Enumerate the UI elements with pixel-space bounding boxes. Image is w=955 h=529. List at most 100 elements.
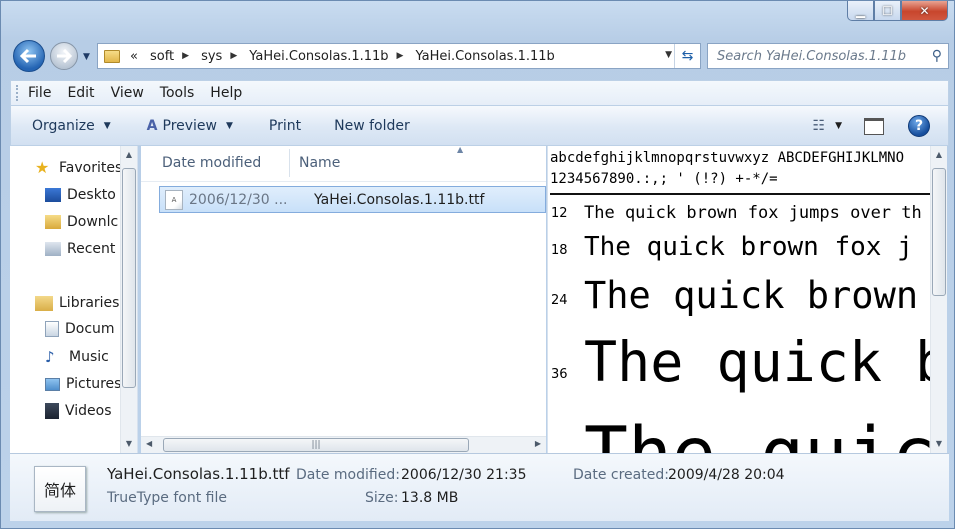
recent-pages-dropdown[interactable]: ▼	[83, 52, 90, 62]
nav-music[interactable]: ♪ Music	[45, 349, 109, 365]
file-list-hscrollbar[interactable]: ◀ ||| ▶	[141, 436, 546, 453]
chevron-right-icon[interactable]: ▶	[182, 51, 189, 61]
new-folder-button[interactable]: New folder	[334, 118, 410, 134]
breadcrumb-item[interactable]: YaHei.Consolas.1.11b ▶	[243, 49, 409, 64]
date-created-value: 2009/4/28 20:04	[668, 467, 785, 483]
menu-edit[interactable]: Edit	[67, 85, 94, 101]
preview-charset-symbols: 1234567890.:,; ' (!?) +-*/=	[550, 171, 778, 187]
documents-icon	[45, 321, 59, 337]
maximize-button[interactable]: ☐	[874, 1, 901, 21]
nav-downloads[interactable]: Downlc	[45, 214, 118, 230]
scroll-down-arrow[interactable]: ▼	[931, 439, 947, 448]
table-row[interactable]: A 2006/12/30 ... YaHei.Consolas.1.11b.tt…	[159, 186, 546, 213]
column-headers: Date modified Name ▲	[141, 145, 546, 182]
scroll-left-arrow[interactable]: ◀	[146, 439, 152, 448]
maximize-icon: ☐	[882, 3, 893, 18]
font-file-icon: A	[165, 189, 183, 210]
help-icon[interactable]: ?	[908, 115, 930, 137]
views-dropdown[interactable]: ▼	[835, 121, 842, 131]
minimize-icon: ▁	[855, 3, 866, 18]
chevron-right-icon[interactable]: ▶	[230, 51, 237, 61]
file-name: YaHei.Consolas.1.11b.ttf	[314, 191, 485, 208]
star-icon: ★	[35, 158, 50, 177]
breadcrumb-item[interactable]: sys ▶	[195, 49, 243, 64]
nav-documents[interactable]: Docum	[45, 321, 115, 337]
view-controls: ☷ ▼ ?	[813, 106, 948, 146]
scroll-up-arrow[interactable]: ▲	[931, 150, 947, 159]
chevron-down-icon: ▼	[226, 120, 233, 131]
column-name[interactable]: Name	[299, 155, 340, 171]
folder-icon	[104, 49, 120, 63]
nav-recent[interactable]: Recent	[45, 241, 115, 257]
music-icon: ♪	[45, 348, 55, 366]
back-button[interactable]	[13, 40, 45, 72]
preview-charset-letters: abcdefghijklmnopqrstuvwxyz ABCDEFGHIJKLM…	[550, 150, 905, 166]
caption-buttons: ▁ ☐ ✕	[847, 1, 948, 21]
search-input[interactable]: Search YaHei.Consolas.1.11b ⚲	[707, 43, 949, 69]
menu-grip	[16, 85, 20, 101]
minimize-button[interactable]: ▁	[847, 1, 874, 21]
forward-arrow-icon	[57, 49, 72, 63]
details-pane: 简体 YaHei.Consolas.1.11b.ttf TrueType fon…	[10, 453, 949, 521]
print-button[interactable]: Print	[269, 118, 301, 134]
date-modified-value: 2006/12/30 21:35	[401, 467, 527, 483]
preview-pane-icon[interactable]	[864, 117, 884, 135]
scroll-thumb[interactable]	[122, 168, 136, 388]
size-value: 13.8 MB	[401, 490, 459, 506]
breadcrumb-item[interactable]: YaHei.Consolas.1.11b	[409, 49, 560, 64]
nav-pictures[interactable]: Pictures	[45, 376, 121, 392]
navigation-pane: ★ Favorites Deskto Downlc Recent Librarie…	[10, 146, 138, 453]
desktop-icon	[45, 188, 61, 202]
nav-libraries[interactable]: Libraries	[35, 295, 119, 311]
preview-scrollbar[interactable]: ▲ ▼	[930, 146, 947, 453]
breadcrumb-overflow[interactable]: «	[124, 49, 144, 64]
sample-size-label: 12	[551, 206, 568, 221]
address-history-dropdown[interactable]: ▼	[665, 50, 672, 60]
address-bar[interactable]: « soft ▶ sys ▶ YaHei.Consolas.1.11b ▶ YaHei…	[97, 43, 701, 69]
scroll-thumb[interactable]	[932, 168, 946, 296]
date-modified-label: Date modified:	[296, 467, 400, 483]
preview-button[interactable]: A Preview ▼	[147, 118, 233, 134]
explorer-window: ▁ ☐ ✕ ▼ « soft ▶ sys ▶ YaHei.Consolas.1.11…	[0, 0, 955, 529]
nav-favorites[interactable]: ★ Favorites	[35, 158, 122, 177]
organize-button[interactable]: Organize ▼	[32, 118, 111, 134]
search-icon[interactable]: ⚲	[932, 48, 942, 64]
sample-text: The quick brown f	[584, 274, 930, 317]
back-arrow-icon	[20, 48, 36, 64]
scroll-thumb[interactable]: |||	[163, 438, 469, 452]
column-divider[interactable]	[289, 149, 290, 177]
videos-icon	[45, 403, 59, 419]
details-file-type: TrueType font file	[107, 490, 227, 506]
recent-places-icon	[45, 242, 61, 256]
column-date-modified[interactable]: Date modified	[162, 155, 261, 171]
close-button[interactable]: ✕	[901, 1, 948, 21]
nav-scrollbar[interactable]: ▲ ▼	[120, 146, 137, 453]
forward-button[interactable]	[50, 42, 78, 70]
sample-text: The quick brown fox jumps over th	[584, 203, 922, 223]
preview-divider	[550, 193, 930, 195]
pictures-icon	[45, 377, 60, 391]
menu-bar: File Edit View Tools Help	[10, 80, 949, 106]
sample-size-label: 24	[551, 293, 568, 308]
nav-desktop[interactable]: Deskto	[45, 187, 116, 203]
size-label: Size:	[365, 490, 399, 506]
sample-size-label: 18	[551, 243, 568, 258]
refresh-button[interactable]: ⇆	[674, 44, 700, 68]
font-icon: A	[146, 117, 158, 134]
file-list-pane: Date modified Name ▲ A 2006/12/30 ... Ya…	[141, 145, 546, 453]
nav-videos[interactable]: Videos	[45, 403, 112, 419]
sample-text: The quick brown fox j	[584, 232, 913, 262]
menu-tools[interactable]: Tools	[160, 85, 195, 101]
chevron-right-icon[interactable]: ▶	[397, 51, 404, 61]
breadcrumb-item[interactable]: soft ▶	[144, 49, 195, 64]
scroll-up-arrow[interactable]: ▲	[121, 150, 137, 159]
file-date: 2006/12/30 ...	[189, 191, 288, 208]
close-icon: ✕	[919, 3, 930, 18]
menu-help[interactable]: Help	[210, 85, 242, 101]
scroll-right-arrow[interactable]: ▶	[535, 439, 541, 448]
views-icon[interactable]: ☷	[813, 118, 826, 134]
menu-view[interactable]: View	[111, 85, 144, 101]
sample-size-label: 36	[551, 367, 568, 382]
menu-file[interactable]: File	[28, 85, 51, 101]
scroll-down-arrow[interactable]: ▼	[121, 439, 137, 448]
